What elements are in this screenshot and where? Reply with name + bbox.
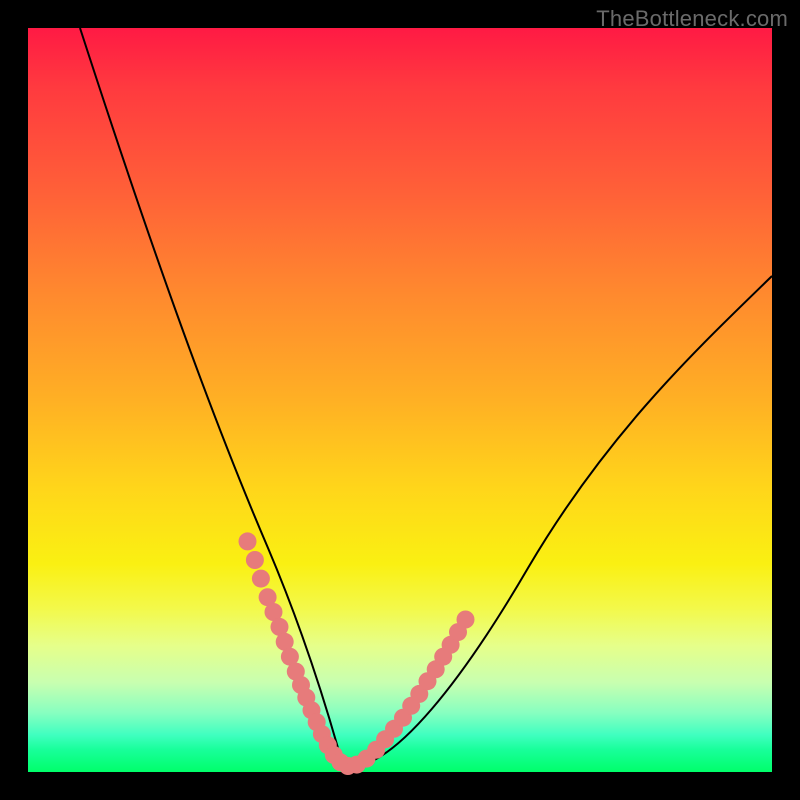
chart-area: [28, 28, 772, 772]
v-curve-line: [80, 28, 772, 766]
watermark-text: TheBottleneck.com: [596, 6, 788, 32]
chart-svg: [28, 28, 772, 772]
marker-dot: [252, 570, 270, 588]
marker-dot: [239, 532, 257, 550]
marker-group: [239, 532, 475, 775]
marker-dot: [246, 551, 264, 569]
marker-dot: [457, 611, 475, 629]
